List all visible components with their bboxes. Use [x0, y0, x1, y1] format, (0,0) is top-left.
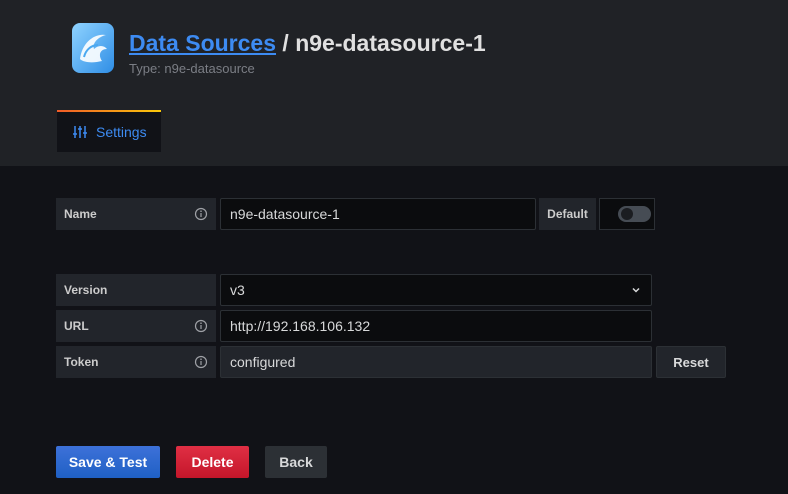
tab-settings-label: Settings [96, 124, 147, 140]
reset-token-button[interactable]: Reset [656, 346, 726, 378]
toggle-knob [621, 208, 633, 220]
page-title: Data Sources / n9e-datasource-1 [129, 30, 486, 57]
sliders-icon [73, 126, 87, 138]
delete-button[interactable]: Delete [176, 446, 249, 478]
datasource-type-subtitle: Type: n9e-datasource [129, 61, 255, 76]
version-label: Version [56, 274, 216, 306]
save-and-test-button[interactable]: Save & Test [56, 446, 160, 478]
token-label: Token [56, 346, 216, 378]
default-toggle[interactable] [618, 206, 651, 222]
version-select[interactable]: v3 [220, 274, 652, 306]
back-button[interactable]: Back [265, 446, 327, 478]
info-icon[interactable] [194, 207, 208, 221]
version-select-value: v3 [230, 282, 245, 298]
breadcrumb-data-sources-link[interactable]: Data Sources [129, 30, 276, 56]
datasource-logo-icon [72, 23, 114, 73]
token-field-value: configured [230, 354, 296, 370]
name-label: Name [56, 198, 216, 230]
default-toggle-container [599, 198, 655, 230]
token-label-text: Token [64, 355, 99, 369]
url-label: URL [56, 310, 216, 342]
name-field[interactable]: n9e-datasource-1 [220, 198, 536, 230]
url-label-text: URL [64, 319, 89, 333]
breadcrumb-separator: / [276, 30, 296, 56]
info-icon[interactable] [194, 355, 208, 369]
tab-settings[interactable]: Settings [57, 110, 161, 152]
name-label-text: Name [64, 207, 97, 221]
token-field: configured [220, 346, 652, 378]
url-field-value: http://192.168.106.132 [230, 318, 371, 334]
url-field[interactable]: http://192.168.106.132 [220, 310, 652, 342]
default-label: Default [539, 198, 596, 230]
info-icon[interactable] [194, 319, 208, 333]
page-header: Data Sources / n9e-datasource-1 Type: n9… [0, 0, 788, 166]
chevron-down-icon [632, 287, 640, 293]
datasource-name-title: n9e-datasource-1 [295, 30, 486, 56]
version-label-text: Version [64, 283, 108, 297]
name-field-value: n9e-datasource-1 [230, 206, 340, 222]
